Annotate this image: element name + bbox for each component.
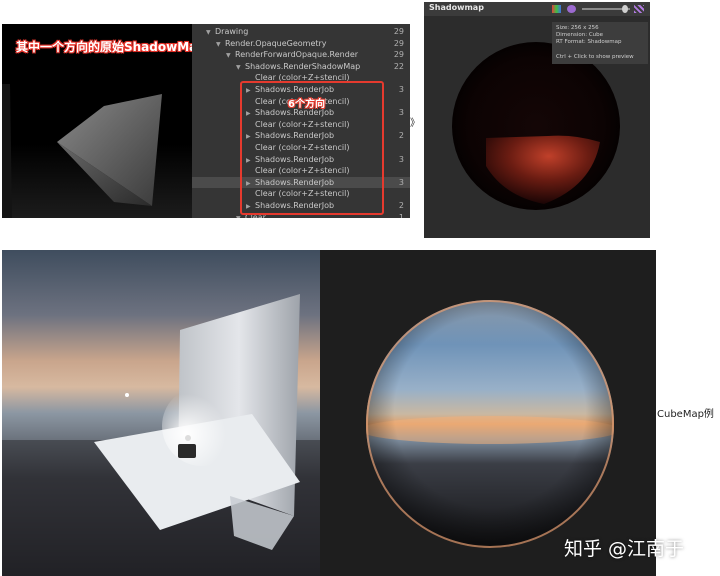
tree-row-label: RenderForwardOpaque.Render: [235, 50, 359, 60]
tree-row-count: 2: [398, 201, 404, 210]
directions-annotation: 6个方向: [288, 99, 325, 110]
tree-row-count: 2: [398, 131, 404, 141]
tree-row-count: 3: [398, 177, 404, 187]
shadowmap-title: Shadowmap: [429, 3, 484, 12]
alpha-toggle-icon[interactable]: [567, 5, 576, 13]
tree-row-count: 3: [398, 85, 404, 94]
tree-row-count: 3: [398, 108, 404, 118]
tree-row-label: Render.OpaqueGeometry: [225, 38, 327, 48]
info-hint: Ctrl + Click to show preview: [556, 54, 634, 60]
tree-row[interactable]: ▼ RenderForwardOpaque.Render 29: [192, 49, 410, 61]
tree-row-count: 22: [393, 61, 404, 71]
shadowmap-header: Shadowmap: [424, 2, 650, 16]
info-dimension: Dimension: Cube: [556, 32, 604, 38]
watermark-text: 知乎 @江南于: [564, 538, 685, 560]
tree-row-label: Drawing: [215, 27, 249, 36]
tree-row[interactable]: ▼ Shadows.RenderShadowMap 22: [192, 61, 410, 73]
arrow-glyph: 》: [410, 118, 420, 129]
tree-row[interactable]: ▼ Drawing 29: [192, 26, 410, 38]
tree-row-count: 1: [398, 212, 404, 218]
shadowmap-info-box: Size: 256 x 256 Dimension: Cube RT Forma…: [552, 22, 648, 64]
preview-annotation: 其中一个方向的原始ShadowMap: [16, 40, 206, 54]
tree-row-count: 3: [398, 154, 404, 164]
scene-render: [2, 250, 320, 576]
info-size: Size: 256 x 256: [556, 25, 599, 31]
tree-row-count: 29: [393, 27, 404, 36]
tree-row-label: Shadows.RenderShadowMap: [245, 61, 361, 71]
tree-row[interactable]: ▼ Render.OpaqueGeometry 29: [192, 38, 410, 50]
cubemap-label: CubeMap例: [657, 409, 714, 420]
tree-row-count: 29: [393, 38, 404, 48]
scene-view: [2, 250, 320, 576]
cubemap-view: [320, 250, 656, 576]
tree-row-count: 29: [393, 50, 404, 60]
checker-icon[interactable]: [634, 5, 644, 13]
info-format: RT Format: Shadowmap: [556, 39, 622, 45]
mip-slider-thumb[interactable]: [622, 5, 628, 13]
rgb-channel-icon[interactable]: [552, 5, 561, 13]
cubemap-sphere: [366, 300, 614, 548]
